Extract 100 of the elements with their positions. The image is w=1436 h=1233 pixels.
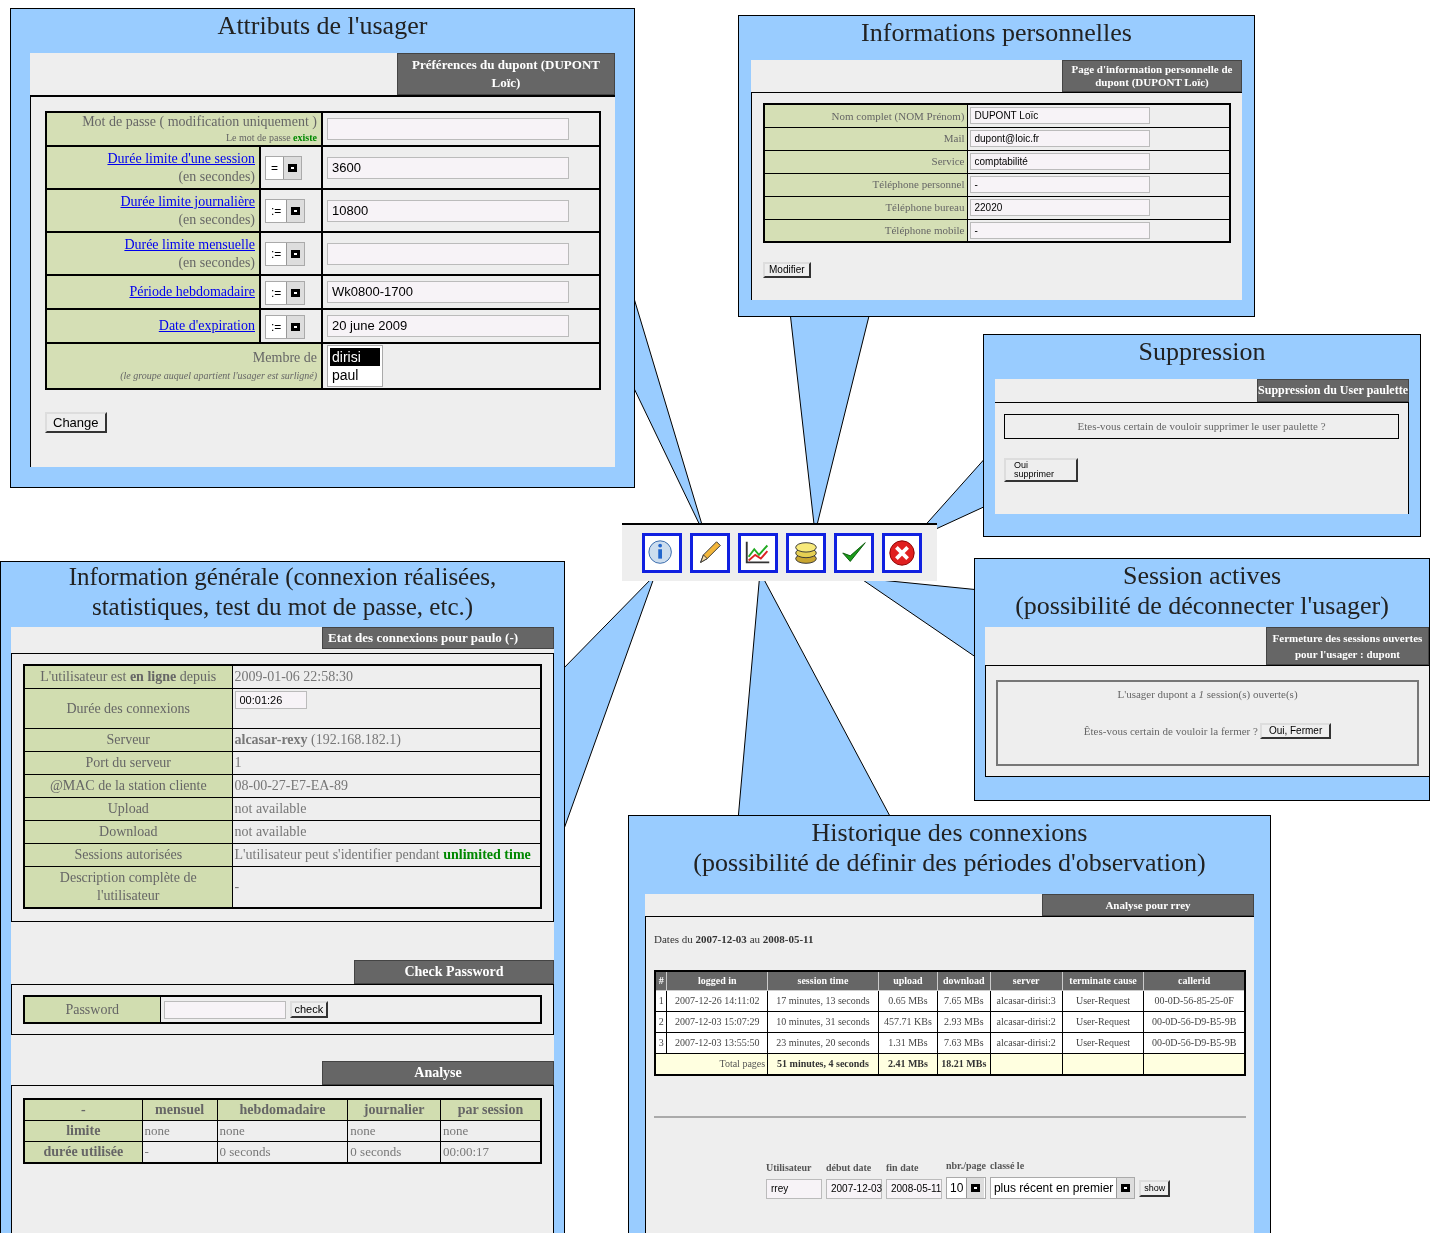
text-field[interactable]: 20 june 2009 — [327, 315, 569, 337]
field-value: not available — [234, 801, 307, 816]
show-button[interactable]: show — [1139, 1179, 1171, 1197]
column-header: par session — [457, 1102, 524, 1117]
table-cell: 1.31 MBs — [888, 1036, 928, 1048]
group-option[interactable]: dirisi — [330, 348, 380, 366]
field-label: Mail — [943, 132, 965, 145]
table-cell: alcasar-dirisi:2 — [996, 1015, 1056, 1027]
table-cell: none — [350, 1123, 376, 1138]
table-cell: 2007-12-03 13:55:50 — [674, 1036, 760, 1048]
field-label: Password — [65, 1002, 120, 1017]
toolbar-button[interactable] — [834, 533, 874, 573]
text-field[interactable]: comptabilité — [969, 153, 1150, 170]
section-header: Analyse — [322, 1061, 554, 1085]
unit-label: (en secondes) — [177, 254, 255, 271]
column-header: hebdomadaire — [239, 1102, 326, 1117]
operator-select[interactable]: := — [265, 199, 306, 223]
modify-button[interactable]: Modifier — [763, 262, 811, 278]
attribute-link[interactable]: Durée limite journalière — [51, 193, 255, 211]
operator-select[interactable]: := — [265, 314, 306, 339]
column-header: terminate cause — [1069, 974, 1137, 986]
text-field[interactable]: rrey — [766, 1178, 822, 1199]
total-value: 51 minutes, 4 seconds — [777, 1058, 869, 1069]
filter-label: classé le — [989, 1158, 1026, 1173]
close-session-button[interactable]: Oui, Fermer — [1259, 722, 1332, 739]
column-header: # — [658, 974, 664, 986]
text-field[interactable]: Wk0800-1700 — [327, 281, 569, 303]
field-label: Service — [931, 155, 965, 168]
table-cell: 00-0D-56-D9-B5-9B — [1151, 1015, 1237, 1027]
group-listbox[interactable]: dirisi paul — [327, 345, 383, 387]
password-field[interactable] — [163, 1000, 286, 1019]
confirmation-question: Êtes-vous certain de vouloir la fermer ? — [1083, 723, 1258, 739]
table-cell: none — [219, 1123, 245, 1138]
text-field[interactable]: - — [969, 221, 1150, 239]
column-header: download — [943, 974, 985, 986]
dropdown-icon — [283, 157, 301, 179]
column-header: - — [80, 1102, 86, 1117]
total-value: 18.21 MBs — [941, 1058, 987, 1069]
dropdown-icon — [286, 243, 305, 265]
operator-select[interactable]: = — [265, 156, 302, 180]
field-label: Téléphone personnel — [872, 178, 965, 191]
field-label: Description complète de l'utilisateur — [59, 870, 197, 903]
field-label: Serveur — [106, 732, 150, 747]
filter-label: nbr./page — [946, 1158, 986, 1173]
table-cell: 457.71 KBs — [884, 1015, 932, 1027]
password-field[interactable] — [327, 118, 569, 140]
text-field[interactable]: - — [969, 176, 1150, 193]
table-cell: 7.65 MBs — [944, 994, 984, 1006]
dropdown-icon — [1116, 1177, 1135, 1198]
toolbar-button[interactable] — [690, 533, 730, 573]
field-note: (le groupe auquel apartient l'usager est surligné) — [119, 369, 317, 383]
text-field[interactable]: 2008-05-11 — [886, 1178, 942, 1199]
attribute-link[interactable]: Durée limite mensuelle — [51, 236, 255, 254]
attribute-link[interactable]: Durée limite d'une session — [51, 150, 255, 168]
section-header: Suppression du User paulette — [1257, 379, 1409, 402]
field-label: Téléphone mobile — [884, 224, 965, 236]
change-button[interactable]: Change — [45, 412, 107, 433]
field-value: alcasar-rexy (192.168.182.1) — [234, 732, 401, 747]
field-label: Téléphone bureau — [885, 201, 965, 214]
field-value: - — [234, 879, 240, 894]
toolbar-button[interactable] — [786, 533, 826, 573]
text-field[interactable]: 3600 — [327, 156, 569, 179]
text-field[interactable]: dupont@loic.fr — [969, 130, 1150, 147]
column-header: mensuel — [155, 1102, 205, 1117]
panel-title: Suppression — [1137, 336, 1267, 368]
panel-title: Historique des connexions (possibilité de définir des périodes d'observation) — [692, 817, 1207, 879]
panel-title: Attributs de l'usager — [216, 10, 429, 42]
dropdown-select[interactable]: 10 — [946, 1176, 986, 1199]
table-cell: 10 minutes, 31 seconds — [776, 1015, 870, 1027]
delete-button[interactable]: Oui supprimer — [1004, 457, 1078, 482]
text-field[interactable]: 22020 — [969, 199, 1150, 216]
toolbar-button[interactable] — [642, 533, 682, 573]
field-value: 08-00-27-E7-EA-89 — [234, 778, 349, 793]
check-button[interactable]: check — [289, 1001, 329, 1018]
unit-label: (en secondes) — [177, 211, 255, 228]
unit-label: (en secondes) — [177, 168, 255, 185]
field-label: @MAC de la station cliente — [49, 778, 207, 793]
table-cell: 2007-12-03 15:07:29 — [674, 1015, 760, 1027]
section-header: Check Password — [354, 960, 554, 984]
dropdown-icon — [966, 1177, 985, 1198]
session-message: L'usager dupont a 1 session(s) ouverte(s) — [1117, 687, 1298, 702]
column-header: upload — [893, 974, 923, 986]
text-field[interactable] — [327, 242, 569, 265]
filter-label: Utilisateur — [766, 1160, 813, 1175]
operator-select[interactable]: := — [265, 242, 306, 266]
toolbar-button[interactable] — [882, 533, 922, 573]
field-note: Le mot de passe existe — [224, 131, 317, 145]
field-label: Sessions autorisées — [74, 847, 183, 862]
text-field[interactable]: 2007-12-03 — [826, 1178, 882, 1199]
toolbar-button[interactable] — [738, 533, 778, 573]
section-header: Fermeture des sessions ouvertes pour l'usager : dupont — [1266, 627, 1429, 665]
table-cell: none — [442, 1123, 469, 1138]
text-field[interactable]: 10800 — [327, 199, 569, 222]
table-cell: 1 — [658, 994, 664, 1006]
duration-field[interactable]: 00:01:26 — [234, 691, 307, 709]
operator-select[interactable]: := — [265, 280, 306, 305]
text-field[interactable]: DUPONT Loïc — [969, 107, 1150, 125]
dropdown-icon — [286, 315, 305, 338]
dropdown-select[interactable]: plus récent en premier — [989, 1176, 1136, 1199]
table-cell: User-Request — [1075, 994, 1131, 1006]
